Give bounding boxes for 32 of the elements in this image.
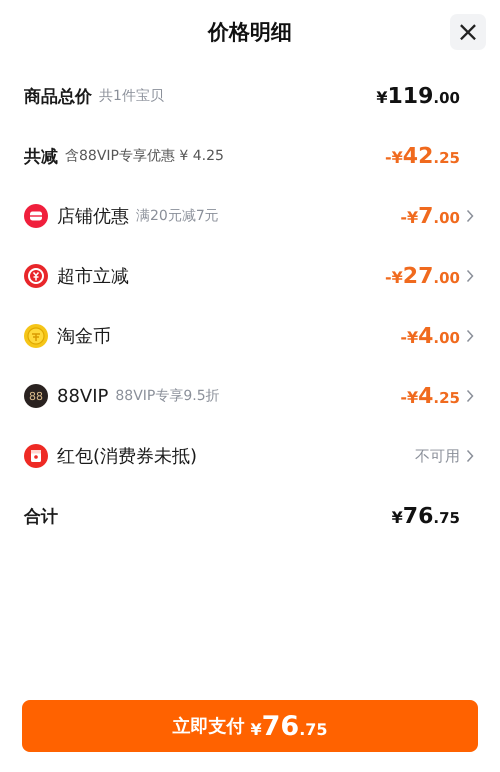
price-amount: ¥119.00 <box>376 84 460 108</box>
chevron-right-icon[interactable] <box>466 329 474 343</box>
yen-badge-icon <box>24 264 48 288</box>
row-label: 商品总价 <box>24 86 92 108</box>
row-label: 超市立减 <box>57 265 129 288</box>
row-note: 含88VIP专享优惠 ¥ 4.25 <box>65 147 224 165</box>
price-amount: -¥7.00 <box>400 204 460 228</box>
row-label: 红包(消费券未抵) <box>57 445 198 468</box>
price-amount: -¥27.00 <box>385 264 460 288</box>
price-amount: -¥4.25 <box>400 384 460 408</box>
vip-badge-icon: 88 <box>24 384 48 408</box>
row-note: 共1件宝贝 <box>99 87 164 105</box>
price-amount: ¥76.75 <box>392 504 460 528</box>
price-amount: -¥4.00 <box>400 324 460 348</box>
chevron-right-icon[interactable] <box>466 449 474 463</box>
chevron-right-icon[interactable] <box>466 269 474 283</box>
row-label: 店铺优惠 <box>57 205 129 228</box>
row-label: 88VIP <box>57 386 108 406</box>
status-text: 不可用 <box>415 446 460 466</box>
chevron-right-icon[interactable] <box>466 209 474 223</box>
row-note: 88VIP专享9.5折 <box>115 387 220 405</box>
row-label: 共减 <box>24 146 58 168</box>
row-label: 合计 <box>24 506 58 528</box>
row-note: 满20元减7元 <box>136 207 219 225</box>
row-label: 淘金币 <box>57 325 111 348</box>
shop-badge-icon <box>24 204 48 228</box>
coin-icon <box>24 324 48 348</box>
close-button[interactable]: × <box>450 14 486 50</box>
price-amount: -¥42.25 <box>385 144 460 168</box>
chevron-right-icon[interactable] <box>466 389 474 403</box>
envelope-icon <box>24 444 48 468</box>
sheet-title: 价格明细 <box>208 19 292 46</box>
